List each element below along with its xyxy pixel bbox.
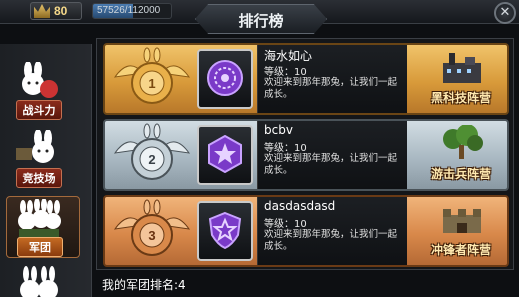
sidebar-item-label: 竞技场 [16, 168, 62, 188]
exp-text: 57526/112000 [97, 5, 161, 16]
legion-name: dasdasdasd [264, 199, 336, 213]
camp-badge: 黑科技阵营 [415, 47, 507, 111]
emblem-frame [197, 201, 253, 261]
guerrilla-tree-icon [443, 125, 483, 159]
shield-star-emblem-icon [208, 211, 242, 249]
ranking-row[interactable]: 1 海水如心 等级：10 欢迎来到那年那兔，让我们一起成长。 黑科技阵营 [103, 43, 509, 115]
camp-badge: 游击兵阵营 [415, 123, 507, 187]
sidebar-item-legion[interactable]: 军团 [6, 196, 80, 258]
laurel-emblem-icon [207, 60, 243, 96]
legion-description: 欢迎来到那年那兔，让我们一起成长。 [264, 153, 398, 176]
page-title: 排行榜 [238, 12, 284, 30]
ranking-panel: 1 海水如心 等级：10 欢迎来到那年那兔，让我们一起成长。 黑科技阵营 2 b… [96, 38, 514, 270]
legion-description: 欢迎来到那年那兔，让我们一起成长。 [264, 77, 398, 100]
legion-name: 海水如心 [264, 49, 313, 63]
camp-label: 游击兵阵营 [430, 167, 491, 181]
emblem-frame [197, 49, 253, 109]
sidebar-item-label: 战斗力 [16, 100, 62, 120]
bronze-rank-medal-icon: 3 [113, 199, 191, 256]
gold-rank-medal-icon: 1 [113, 47, 191, 104]
bunny-icon [16, 130, 54, 163]
silver-rank-medal-icon: 2 [113, 123, 191, 180]
star-emblem-icon [208, 135, 242, 173]
svg-text:1: 1 [148, 76, 155, 91]
ranking-row[interactable]: 2 bcbv 等级：10 欢迎来到那年那兔，让我们一起成长。 游击兵阵营 [103, 119, 509, 191]
legion-info: 海水如心 等级：10 欢迎来到那年那兔，让我们一起成长。 [257, 45, 407, 113]
player-level: 80 [54, 4, 68, 18]
my-legion-rank: 我的军团排名:4 [102, 278, 186, 292]
svg-text:3: 3 [148, 228, 155, 243]
sidebar-item-combat-power[interactable]: 战斗力 [6, 60, 80, 122]
legion-info: dasdasdasd 等级：10 欢迎来到那年那兔，让我们一起成长。 [257, 197, 407, 265]
assault-fort-icon [443, 209, 481, 233]
legion-description: 欢迎来到那年那兔，让我们一起成长。 [264, 229, 398, 252]
sidebar-item-more[interactable] [6, 262, 80, 297]
black-tech-building-icon [443, 53, 481, 83]
camp-badge: 冲锋者阵营 [415, 199, 507, 263]
svg-text:2: 2 [148, 152, 155, 167]
camp-label: 黑科技阵营 [430, 91, 491, 105]
ranking-row[interactable]: 3 dasdasdasd 等级：10 欢迎来到那年那兔，让我们一起成长。 冲锋者… [103, 195, 509, 267]
sidebar-item-arena[interactable]: 竞技场 [6, 128, 80, 190]
legion-level: 等级：10 [264, 67, 307, 78]
legion-info: bcbv 等级：10 欢迎来到那年那兔，让我们一起成长。 [257, 121, 407, 189]
legion-name: bcbv [264, 123, 293, 137]
close-button[interactable]: ✕ [494, 2, 516, 24]
bunny-group-icon [18, 199, 61, 237]
camp-label: 冲锋者阵营 [430, 243, 491, 257]
sidebar-item-label: 军团 [17, 237, 63, 257]
legion-level: 等级：10 [264, 143, 307, 154]
emblem-frame [197, 125, 253, 185]
legion-level: 等级：10 [264, 219, 307, 230]
bunny-icon [20, 266, 58, 297]
bunny-icon [22, 62, 58, 98]
